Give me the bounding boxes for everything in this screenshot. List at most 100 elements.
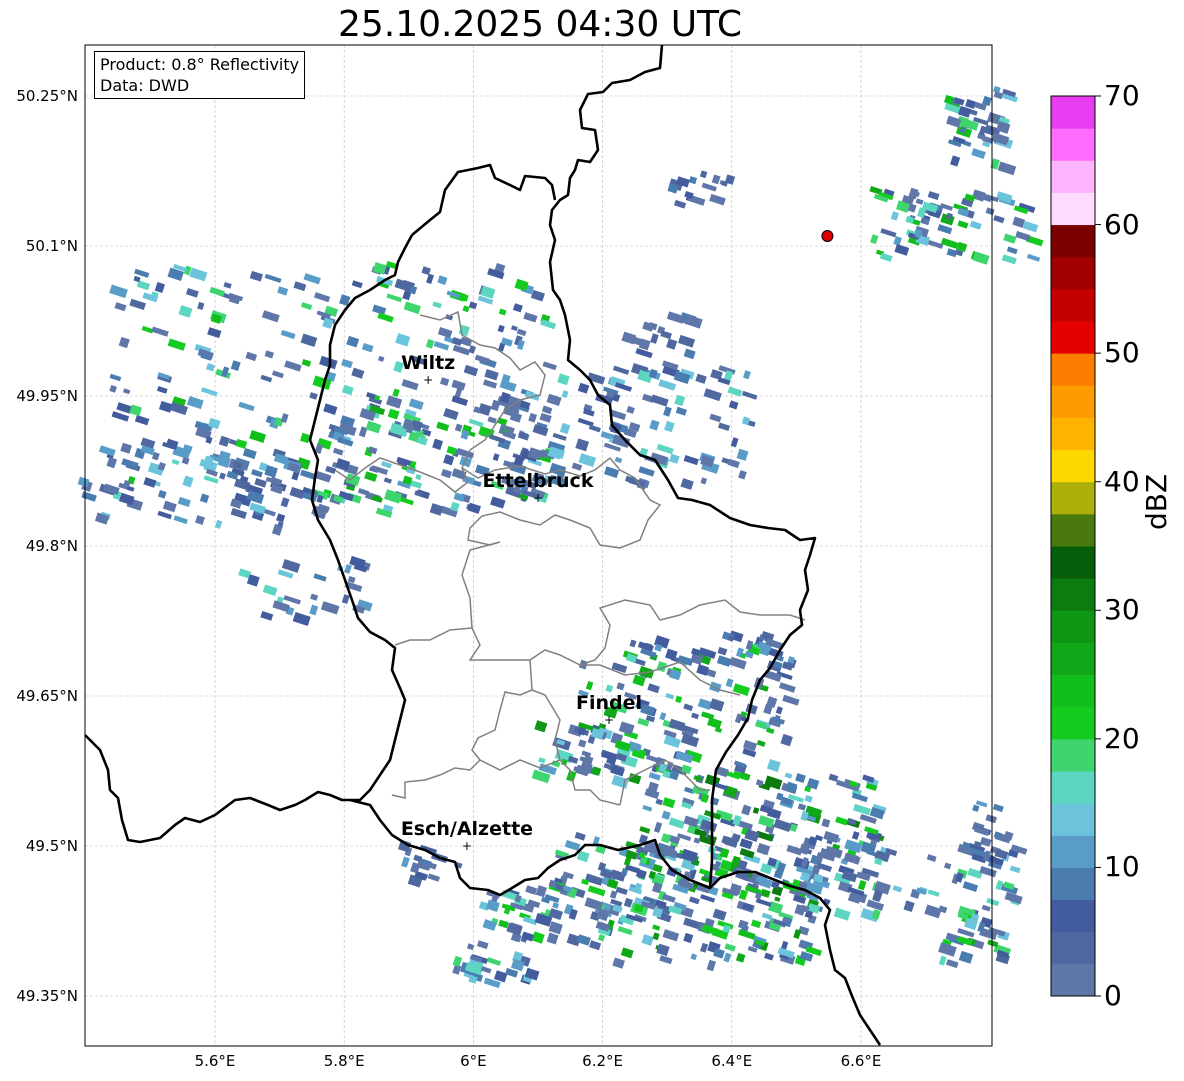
echo-cell [727,386,743,397]
echo-cell [700,894,716,903]
echo-cell [674,394,686,407]
echo-cell [283,595,301,605]
colorbar-tick-label: 30 [1104,593,1140,627]
echo-cell [523,312,538,323]
echo-cell [394,278,413,292]
data-source-text: Data: DWD [100,76,190,95]
echo-cell [528,412,538,423]
echo-cell [437,326,453,339]
radar-map: + + + + [77,44,1101,1047]
echo-cell [197,301,205,311]
echo-cell [433,341,450,351]
echo-cell [703,388,722,402]
city-label: Esch/Alzette [400,818,534,840]
colorbar-segment [1051,738,1095,772]
echo-cell [853,803,871,816]
echo-cell [254,478,267,488]
echo-cell [981,904,991,912]
echo-cell [965,99,977,109]
echo-cell [972,804,980,812]
echo-cell [109,384,117,393]
echo-cell [659,712,667,721]
echo-cell [712,908,727,921]
colorbar-segment [1051,288,1095,322]
echo-cell [437,275,448,285]
echo-cell [766,727,775,734]
echo-cell [403,301,422,315]
colorbar-segment [1051,353,1095,386]
echo-cell [320,601,340,615]
echo-cell [833,907,851,921]
echo-cell [476,940,489,950]
echo-cell [178,305,193,318]
colorbar-segment [1051,256,1095,290]
echo-cell [677,334,696,348]
echo-cell [1003,233,1017,244]
echo-cell [683,455,699,466]
echo-cell [697,698,713,710]
echo-cell [782,694,800,706]
lat-tick-label: 49.35°N [16,987,78,1005]
echo-cell [638,466,655,477]
lat-tick-label: 49.95°N [16,387,78,405]
echo-cell [1001,254,1017,265]
echo-cell [714,782,728,791]
colorbar-segment [1051,771,1095,804]
echo-cell [730,437,739,448]
echo-cell [987,939,999,948]
echo-cell [564,839,581,851]
echo-cell [756,842,771,856]
colorbar-segment [1051,321,1095,354]
colorbar-segment [1051,963,1095,997]
echo-cell [700,942,709,953]
echo-cell [230,507,248,520]
echo-cell [249,430,267,443]
echo-cell [668,817,685,829]
echo-cell [585,681,594,691]
colorbar-segment [1051,867,1095,901]
colorbar-segment [1051,546,1095,579]
echo-cell [985,207,995,216]
echo-cell [559,422,571,435]
echo-cell [940,237,959,250]
echo-cell [588,940,602,951]
colorbar-segment [1051,449,1095,483]
echo-cell [690,953,698,961]
echo-cell [552,902,560,909]
echo-cell [427,873,440,882]
echo-cell [773,818,792,832]
echo-cell [516,328,527,337]
echo-cell [377,355,385,362]
echo-cell [432,438,444,451]
colorbar-segment [1051,706,1095,740]
echo-cell [616,682,625,691]
echo-cell [276,513,286,523]
echo-cell [971,148,986,159]
echo-cell [683,703,694,712]
echo-cell [218,435,230,447]
echo-cell [663,735,681,749]
echo-cell [482,379,498,389]
echo-cell [81,491,97,502]
echo-cell [156,386,168,394]
echo-cell [709,193,726,206]
echo-cell [871,909,881,920]
echo-cell [408,398,424,410]
echo-cell [300,333,318,348]
echo-cell [207,327,222,339]
echo-cell [716,655,732,667]
colorbar-segment [1051,128,1095,161]
echo-cell [263,508,276,517]
echo-cell [421,266,431,276]
echo-cell [736,448,749,461]
echo-cell [711,174,721,185]
echo-cell [98,445,116,457]
echo-cell [659,955,673,965]
echo-cell [158,400,173,413]
echo-cell [649,419,660,431]
echo-cell [714,727,723,733]
echo-cell [717,422,731,432]
echo-cell [828,773,839,782]
echo-cell [531,931,545,944]
echo-cell [587,885,606,897]
